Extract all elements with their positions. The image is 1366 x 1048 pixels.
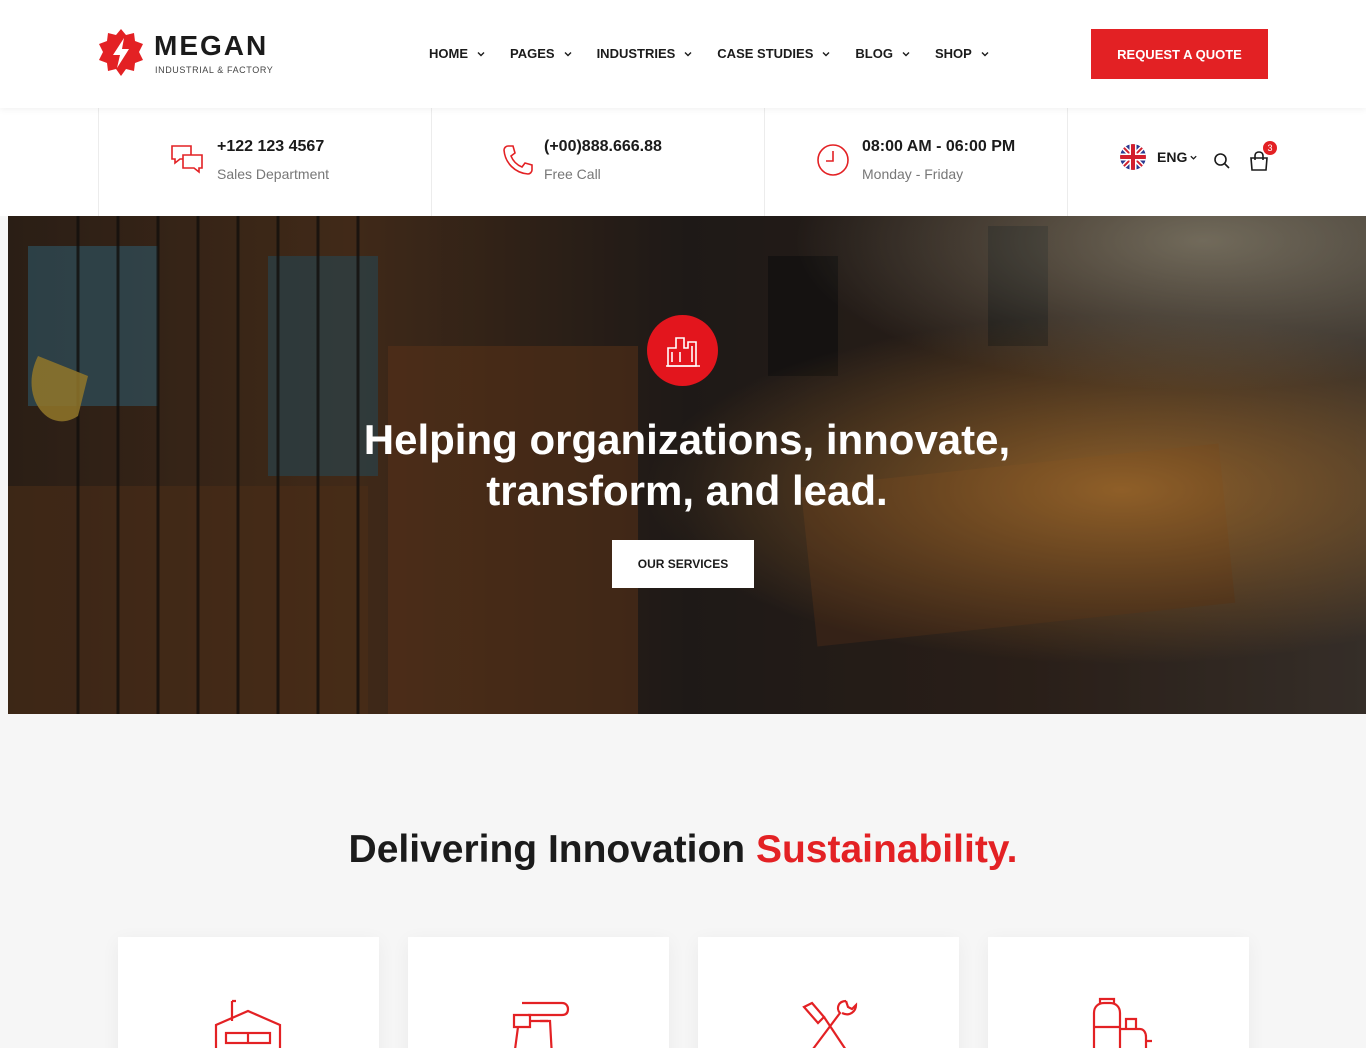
brand-name: MEGAN (154, 30, 269, 61)
search-icon[interactable] (1213, 152, 1231, 170)
hero-title: Helping organizations, innovate, transfo… (363, 416, 1011, 514)
service-card[interactable] (118, 937, 379, 1048)
nav-item-label: HOME (429, 46, 468, 61)
language-selector[interactable]: ENG (1120, 144, 1198, 170)
language-label: ENG (1157, 149, 1188, 165)
nav-item-home[interactable]: HOME (429, 46, 486, 61)
site-header: MEGAN INDUSTRIAL & FACTORY HOME PAGES IN… (0, 0, 1366, 108)
nav-item-industries[interactable]: INDUSTRIES (597, 46, 694, 61)
chat-bubbles-icon (171, 145, 203, 174)
nav-item-label: BLOG (855, 46, 893, 61)
info-title: +122 123 4567 (217, 138, 325, 155)
our-services-button[interactable]: OUR SERVICES (612, 540, 754, 588)
uk-flag-icon (1120, 144, 1146, 170)
section-title-main: Delivering Innovation (348, 828, 756, 871)
pipeline-icon (512, 1001, 570, 1048)
nav-item-pages[interactable]: PAGES (510, 46, 573, 61)
info-title: 08:00 AM - 06:00 PM (862, 138, 1016, 155)
brand-tagline: INDUSTRIAL & FACTORY (155, 65, 274, 75)
nav-item-label: SHOP (934, 46, 972, 61)
info-phone: (+00)888.666.88 Free Call (431, 108, 764, 216)
hero-banner: Helping organizations, innovate, transfo… (8, 216, 1366, 714)
request-quote-button[interactable]: REQUEST A QUOTE (1091, 29, 1268, 79)
nav-item-label: PAGES (510, 46, 555, 61)
nav-item-label: INDUSTRIES (596, 46, 676, 61)
info-hours: 08:00 AM - 06:00 PM Monday - Friday (764, 108, 1067, 216)
factory-building-icon (214, 999, 282, 1048)
nav-item-blog[interactable]: BLOG (855, 46, 911, 61)
info-subtitle: Free Call (544, 166, 601, 182)
service-card[interactable] (698, 937, 959, 1048)
main-nav: HOME PAGES INDUSTRIES CASE STUDIES BLOG … (429, 46, 990, 61)
hero-factory-badge (647, 315, 718, 386)
service-card[interactable] (408, 937, 669, 1048)
section-title: Delivering Innovation Sustainability. (0, 828, 1366, 872)
cart-count-badge: 3 (1263, 141, 1277, 155)
service-card[interactable] (988, 937, 1249, 1048)
section-title-accent: Sustainability. (755, 828, 1018, 871)
info-subtitle: Monday - Friday (862, 166, 964, 182)
nav-item-label: CASE STUDIES (717, 46, 814, 61)
chevron-down-icon (822, 51, 830, 56)
chevron-down-icon (477, 51, 485, 56)
info-sales: +122 123 4567 Sales Department (98, 108, 431, 216)
chevron-down-icon (1190, 155, 1197, 160)
tools-icon (802, 999, 858, 1048)
chevron-down-icon (564, 51, 572, 56)
refinery-tanks-icon (1092, 997, 1152, 1048)
nav-item-case-studies[interactable]: CASE STUDIES (717, 46, 831, 61)
phone-icon (503, 145, 533, 175)
chevron-down-icon (902, 51, 910, 56)
chevron-down-icon (684, 51, 692, 56)
nav-item-shop[interactable]: SHOP (935, 46, 990, 61)
gear-bolt-logo-icon (99, 29, 143, 76)
info-subtitle: Sales Department (217, 166, 330, 182)
info-title: (+00)888.666.88 (544, 138, 662, 155)
chevron-down-icon (981, 51, 989, 56)
factory-icon (665, 336, 700, 367)
brand-logo[interactable]: MEGAN INDUSTRIAL & FACTORY (97, 28, 274, 80)
clock-icon (817, 144, 849, 176)
